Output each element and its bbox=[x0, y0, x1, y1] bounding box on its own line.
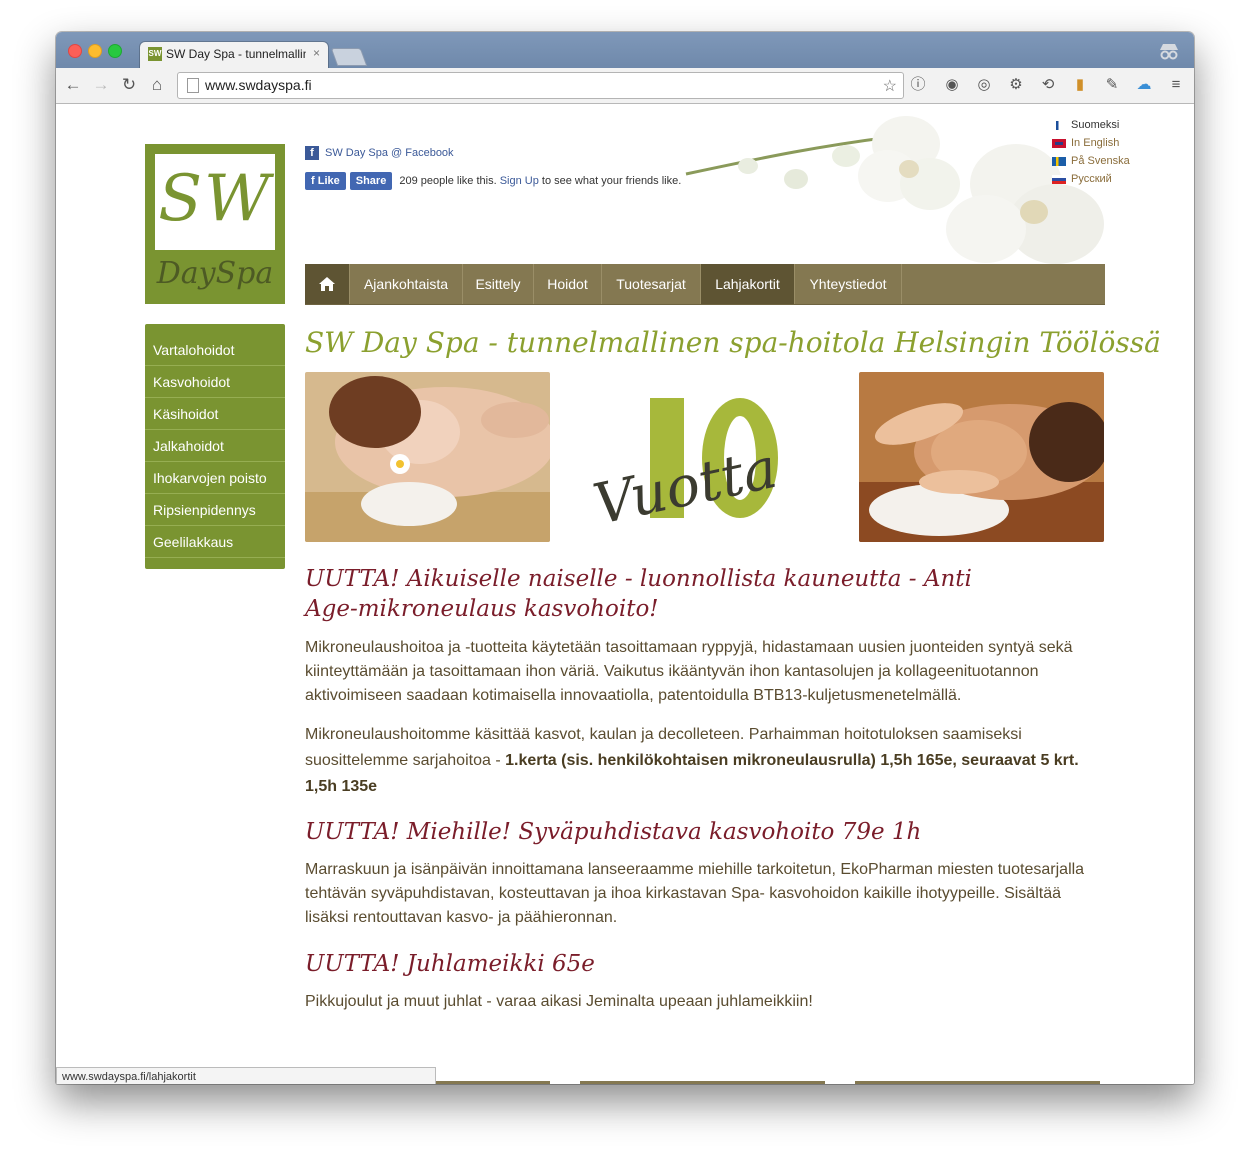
nav-ajankohtaista[interactable]: Ajankohtaista bbox=[350, 264, 463, 304]
news-heading-anti-age: UUTTA! Aikuiselle naiselle - luonnollist… bbox=[305, 566, 972, 622]
page-icon bbox=[187, 78, 199, 93]
lang-russian[interactable]: Русский bbox=[1052, 170, 1130, 188]
status-bar-url: www.swdayspa.fi/lahjakortit bbox=[56, 1067, 436, 1084]
orchid-decoration bbox=[685, 116, 1104, 264]
facebook-like-bar: f Like Share 209 people like this. Sign U… bbox=[305, 172, 681, 190]
zoom-window-button[interactable] bbox=[108, 44, 122, 58]
news-heading-party-makeup: UUTTA! Juhlameikki 65e bbox=[305, 951, 595, 977]
nav-hoidot[interactable]: Hoidot bbox=[534, 264, 602, 304]
browser-window: SW SW Day Spa - tunnelmallin × ← → ↻ ⌂ w… bbox=[56, 32, 1194, 1084]
news-paragraph-men: Marraskuun ja isänpäivän innoittamana la… bbox=[305, 861, 1085, 926]
sidebar-menu: Vartalohoidot Kasvohoidot Käsihoidot Jal… bbox=[145, 324, 285, 569]
eye-extension-icon[interactable]: ◎ bbox=[974, 75, 994, 95]
russia-flag-icon bbox=[1052, 174, 1066, 184]
like-count-text: 209 people like this. bbox=[399, 174, 497, 187]
close-window-button[interactable] bbox=[68, 44, 82, 58]
news-paragraph-party-makeup: Pikkujoulut ja muut juhlat - varaa aikas… bbox=[305, 993, 813, 1010]
logo-text-dayspa: DaySpa bbox=[156, 256, 274, 291]
browser-tab[interactable]: SW SW Day Spa - tunnelmallin × bbox=[140, 42, 328, 68]
ruler-extension-icon[interactable]: ▮ bbox=[1070, 75, 1090, 95]
incognito-icon bbox=[1160, 44, 1178, 60]
main-navigation: Ajankohtaista Esittely Hoidot Tuotesarja… bbox=[305, 264, 1105, 305]
news-paragraph-anti-age: Mikroneulaushoitoa ja -tuotteita käytetä… bbox=[305, 639, 1073, 704]
content-divider bbox=[580, 1081, 825, 1084]
page-title: SW Day Spa - tunnelmallinen spa-hoitola … bbox=[305, 326, 1161, 359]
logo-text-sw: SW bbox=[158, 162, 272, 236]
sidebar-item-jalkahoidot[interactable]: Jalkahoidot bbox=[145, 430, 285, 462]
nav-yhteystiedot[interactable]: Yhteystiedot bbox=[795, 264, 902, 304]
home-icon bbox=[319, 277, 335, 291]
ten-years-image: Vuotta bbox=[580, 372, 825, 542]
browser-toolbar: ← → ↻ ⌂ www.swdayspa.fi ☆ ⓘ ◉ ◎ ⚙ ⟲ ▮ ✎ … bbox=[56, 68, 1194, 104]
tab-close-icon[interactable]: × bbox=[313, 46, 320, 60]
facebook-share-button[interactable]: Share bbox=[349, 172, 393, 190]
facebook-icon: f bbox=[305, 146, 319, 160]
back-icon[interactable]: ← bbox=[62, 74, 84, 96]
color-extension-icon[interactable]: ◉ bbox=[942, 75, 962, 95]
sidebar-item-geelilakkaus[interactable]: Geelilakkaus bbox=[145, 526, 285, 558]
tab-title: SW Day Spa - tunnelmallin bbox=[166, 47, 306, 61]
news-heading-men: UUTTA! Miehille! Syväpuhdistava kasvohoi… bbox=[305, 819, 922, 845]
cloud-extension-icon[interactable]: ☁ bbox=[1134, 75, 1154, 95]
content-divider bbox=[855, 1081, 1100, 1084]
sidebar-item-ripsienpidennys[interactable]: Ripsienpidennys bbox=[145, 494, 285, 526]
lang-english[interactable]: In English bbox=[1052, 134, 1130, 152]
woman-massage-image[interactable] bbox=[305, 372, 550, 542]
new-tab-button[interactable] bbox=[330, 48, 368, 66]
nav-esittely[interactable]: Esittely bbox=[463, 264, 534, 304]
nav-home[interactable] bbox=[305, 264, 350, 304]
sidebar-item-kasvohoidot[interactable]: Kasvohoidot bbox=[145, 366, 285, 398]
sidebar-item-kasihoidot[interactable]: Käsihoidot bbox=[145, 398, 285, 430]
address-bar[interactable]: www.swdayspa.fi ☆ bbox=[177, 72, 904, 99]
page-content: SW DaySpa f SW Day Spa @ Facebook f Like S… bbox=[56, 104, 1194, 1084]
facebook-thumb-icon: f bbox=[311, 175, 318, 187]
bookmark-star-icon[interactable]: ☆ bbox=[883, 76, 897, 96]
news-paragraph-pricing: Mikroneulaushoitomme käsittää kasvot, ka… bbox=[305, 726, 1079, 795]
sweden-flag-icon bbox=[1052, 156, 1066, 166]
lang-finnish[interactable]: Suomeksi bbox=[1052, 116, 1130, 134]
sync-extension-icon[interactable]: ⟲ bbox=[1038, 75, 1058, 95]
lang-swedish[interactable]: På Svenska bbox=[1052, 152, 1130, 170]
sidebar-item-vartalohoidot[interactable]: Vartalohoidot bbox=[145, 334, 285, 366]
sidebar-item-ihokarvojen-poisto[interactable]: Ihokarvojen poisto bbox=[145, 462, 285, 494]
favicon-icon: SW bbox=[148, 47, 162, 61]
gear-extension-icon[interactable]: ⚙ bbox=[1006, 75, 1026, 95]
home-icon[interactable]: ⌂ bbox=[146, 74, 168, 96]
uk-flag-icon bbox=[1052, 138, 1066, 148]
minimize-window-button[interactable] bbox=[88, 44, 102, 58]
url-text: www.swdayspa.fi bbox=[205, 77, 312, 93]
site-logo[interactable]: SW DaySpa bbox=[145, 144, 285, 304]
facebook-page-link[interactable]: f SW Day Spa @ Facebook bbox=[305, 146, 454, 162]
edit-extension-icon[interactable]: ✎ bbox=[1102, 75, 1122, 95]
title-bar: SW SW Day Spa - tunnelmallin × bbox=[56, 32, 1194, 68]
finland-flag-icon bbox=[1052, 120, 1066, 130]
language-selector: Suomeksi In English På Svenska Русский bbox=[1052, 116, 1130, 188]
facebook-like-button[interactable]: f Like bbox=[305, 172, 346, 190]
facebook-signup-link[interactable]: Sign Up bbox=[500, 175, 539, 187]
man-facial-image[interactable] bbox=[859, 372, 1104, 542]
forward-icon[interactable]: → bbox=[90, 74, 112, 96]
nav-lahjakortit[interactable]: Lahjakortit bbox=[701, 264, 795, 304]
menu-icon[interactable]: ≡ bbox=[1166, 75, 1186, 95]
reload-icon[interactable]: ↻ bbox=[118, 74, 140, 96]
nav-tuotesarjat[interactable]: Tuotesarjat bbox=[602, 264, 701, 304]
info-extension-icon[interactable]: ⓘ bbox=[908, 75, 928, 95]
